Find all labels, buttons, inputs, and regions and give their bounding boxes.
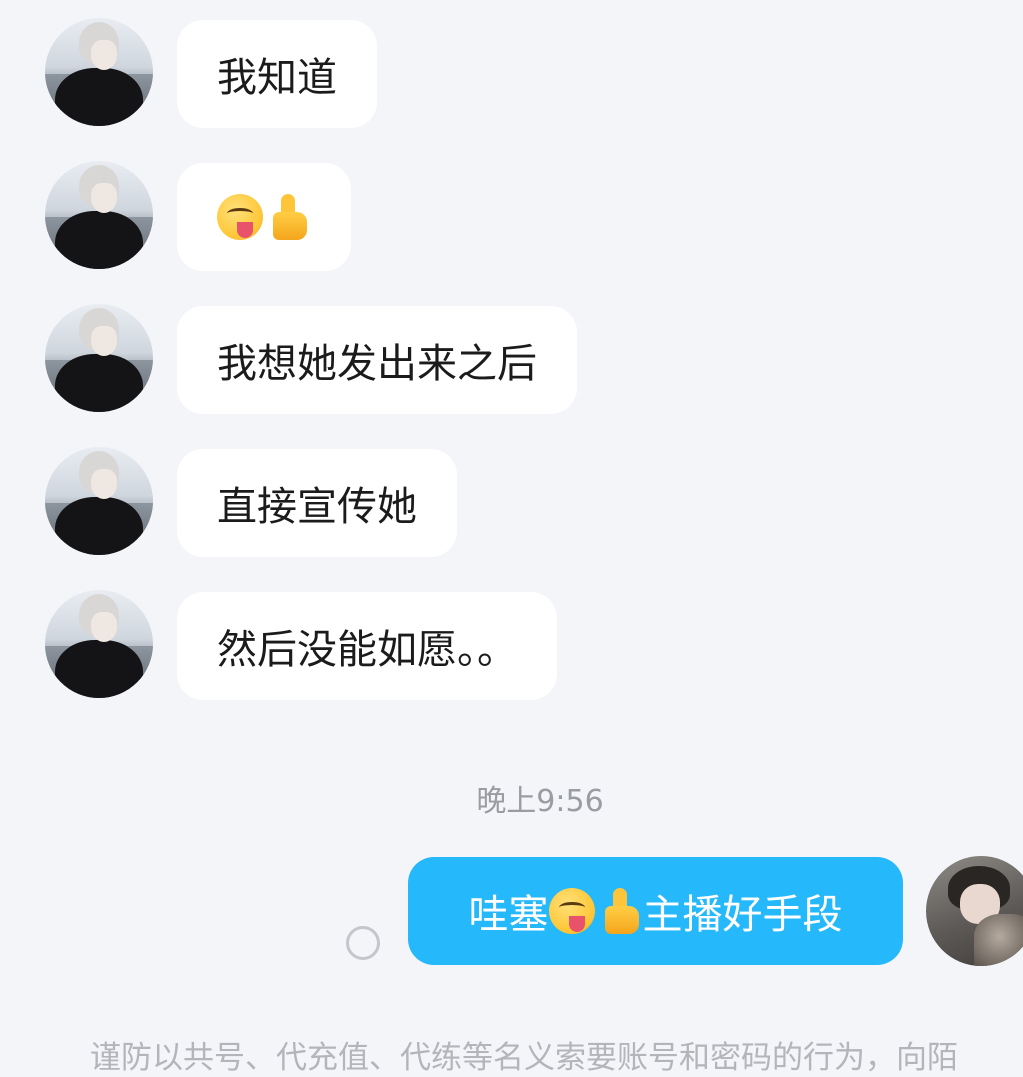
message-row-received [0,143,1023,271]
message-text: 我想她发出来之后 [217,341,537,387]
avatar-figure [55,211,143,269]
message-text-before: 哇塞 [468,892,549,938]
avatar-figure [55,640,143,698]
message-timestamp: 晚上9:56 [476,784,604,819]
contact-avatar[interactable] [45,161,153,269]
message-row-received: 直接宣传她 [0,429,1023,557]
message-text-after: 主播好手段 [642,892,843,938]
yum-face-emoji [548,888,595,934]
thumbs-up-emoji [599,888,643,934]
received-message-bubble[interactable]: 然后没能如愿。。 [177,592,557,700]
message-row-received: 我知道 [0,0,1023,128]
message-row-received: 然后没能如愿。。 [0,572,1023,700]
chat-thread[interactable]: 我知道 我想她发出来之后 直接宣传她 然后没能如愿。。 晚上9:56 哇塞 主播… [0,0,1023,1076]
avatar-face [91,40,117,70]
contact-avatar[interactable] [45,590,153,698]
message-text: 直接宣传她 [217,484,417,530]
contact-avatar[interactable] [45,18,153,126]
sent-message-bubble[interactable]: 哇塞 主播好手段 [408,857,903,965]
avatar-cat [974,914,1023,966]
my-avatar[interactable] [926,856,1023,966]
safety-notice: 谨防以共号、代充值、代练等名义索要账号和密码的行为，向陌 [90,1040,958,1076]
message-row-received: 我想她发出来之后 [0,286,1023,414]
contact-avatar[interactable] [45,447,153,555]
received-message-bubble[interactable]: 直接宣传她 [177,449,457,557]
send-status-icon [346,926,380,960]
contact-avatar[interactable] [45,304,153,412]
message-text: 我知道 [217,55,337,101]
received-message-bubble[interactable] [177,163,351,271]
avatar-figure [55,354,143,412]
received-message-bubble[interactable]: 我知道 [177,20,377,128]
yum-face-emoji [217,194,263,240]
message-text: 然后没能如愿。。 [217,627,517,673]
avatar-face [91,183,117,213]
received-message-bubble[interactable]: 我想她发出来之后 [177,306,577,414]
avatar-face [91,612,117,642]
avatar-figure [55,68,143,126]
avatar-face [91,469,117,499]
avatar-figure [55,497,143,555]
thumbs-up-emoji [267,194,311,240]
avatar-face [91,326,117,356]
